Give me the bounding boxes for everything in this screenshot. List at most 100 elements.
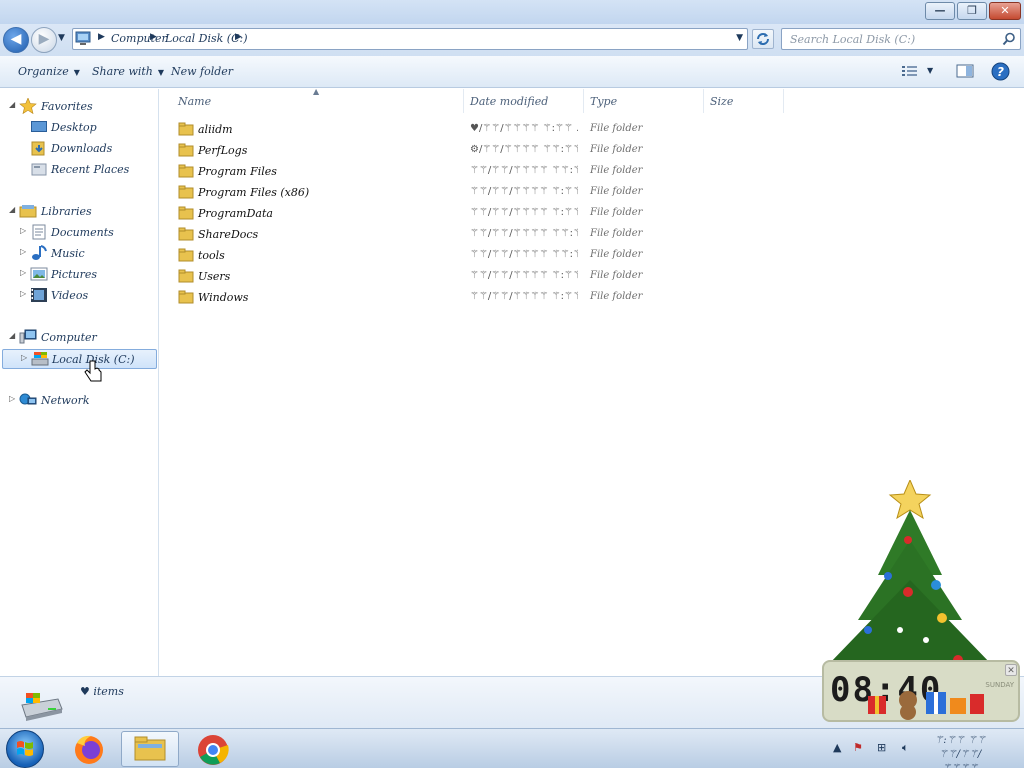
nav-computer-label: Computer bbox=[41, 331, 97, 344]
start-button[interactable] bbox=[6, 730, 44, 768]
file-date-modified: ⚚⚚/⚚⚚/⚚⚚⚚⚚ ⚚⚚:⚚⚚ ... bbox=[470, 228, 578, 239]
change-view-button[interactable] bbox=[901, 63, 919, 82]
nav-network[interactable]: ▷ Network bbox=[0, 391, 158, 411]
column-header-type-label: Type bbox=[590, 95, 618, 108]
view-options-dropdown-icon[interactable]: ▼ bbox=[927, 66, 933, 75]
nav-item-label: Downloads bbox=[51, 142, 113, 155]
nav-item-label: Desktop bbox=[51, 121, 97, 134]
volume-icon[interactable]: 🔈︎ bbox=[902, 741, 909, 755]
address-bar[interactable]: ▶ Computer ▶ Local Disk (C:) ▶ ▼ bbox=[72, 28, 748, 50]
desktop-clock-gadget[interactable]: 08:40 SUNDAY bbox=[822, 660, 1020, 722]
nav-computer[interactable]: ◢ Computer bbox=[0, 328, 158, 348]
file-row[interactable]: PerfLogs ⚙/⚚⚚/⚚⚚⚚⚚ ⚚⚚:⚚⚚ ... File folder bbox=[174, 140, 642, 161]
refresh-icon bbox=[757, 33, 769, 45]
forward-arrow-icon: ▶ bbox=[38, 31, 50, 47]
file-name: tools bbox=[198, 249, 225, 262]
file-type: File folder bbox=[590, 207, 643, 218]
nav-item-documents[interactable]: ▷ Documents bbox=[0, 223, 158, 243]
file-row[interactable]: aliidm ♥/⚚⚚/⚚⚚⚚⚚ ⚚:⚚⚚ ... File folder bbox=[174, 119, 642, 140]
network-status-icon[interactable]: ⊞ bbox=[877, 741, 886, 754]
taskbar-chrome[interactable] bbox=[184, 731, 242, 767]
system-clock[interactable]: ⚚:⚚⚚ ⚚⚚ ⚚⚚/⚚⚚/⚚⚚⚚⚚ bbox=[930, 734, 990, 768]
expand-arrow-icon[interactable]: ▷ bbox=[20, 289, 26, 298]
file-type: File folder bbox=[590, 249, 643, 260]
share-with-button[interactable]: Share with ▼ bbox=[92, 65, 164, 78]
nav-item-recent-places[interactable]: Recent Places bbox=[0, 160, 158, 180]
collapse-arrow-icon[interactable]: ◢ bbox=[9, 331, 15, 340]
close-button[interactable]: ✕ bbox=[989, 2, 1021, 20]
action-center-flag-icon[interactable]: ⚑ bbox=[853, 741, 863, 754]
libraries-icon bbox=[19, 205, 37, 218]
nav-item-label: Music bbox=[51, 247, 85, 260]
file-type: File folder bbox=[590, 123, 643, 134]
minimize-button[interactable]: — bbox=[925, 2, 955, 20]
breadcrumb-computer[interactable]: Computer bbox=[111, 32, 167, 45]
nav-item-label: Recent Places bbox=[51, 163, 130, 176]
expand-arrow-icon[interactable]: ▷ bbox=[20, 247, 26, 256]
maximize-button[interactable]: ❐ bbox=[957, 2, 987, 20]
expand-arrow-icon[interactable]: ▷ bbox=[20, 226, 26, 235]
help-button[interactable]: ? bbox=[991, 62, 1010, 84]
clock-date: ⚚⚚/⚚⚚/⚚⚚⚚⚚ bbox=[938, 749, 982, 768]
new-folder-button[interactable]: New folder bbox=[171, 65, 233, 78]
file-name: Windows bbox=[198, 291, 249, 304]
windows-logo-icon bbox=[17, 741, 33, 756]
gadget-close-icon[interactable]: ✕ bbox=[1005, 664, 1017, 676]
refresh-button[interactable] bbox=[752, 29, 774, 49]
breadcrumb-separator-icon[interactable]: ▶ bbox=[150, 32, 157, 42]
file-type: File folder bbox=[590, 270, 643, 281]
minimize-icon: — bbox=[934, 4, 946, 17]
expand-arrow-icon[interactable]: ▷ bbox=[9, 394, 15, 403]
folder-icon bbox=[178, 269, 194, 283]
file-row[interactable]: ShareDocs ⚚⚚/⚚⚚/⚚⚚⚚⚚ ⚚⚚:⚚⚚ ... File folder bbox=[174, 224, 642, 245]
file-row[interactable]: Program Files ⚚⚚/⚚⚚/⚚⚚⚚⚚ ⚚⚚:⚚⚚ ... File fo… bbox=[174, 161, 642, 182]
taskbar-firefox[interactable] bbox=[60, 731, 118, 767]
taskbar-explorer[interactable] bbox=[121, 731, 179, 767]
column-header-name[interactable]: Name bbox=[172, 89, 464, 113]
nav-item-videos[interactable]: ▷ Videos bbox=[0, 286, 158, 306]
navigation-pane: ◢ Favorites Desktop Downloads Recent Pla… bbox=[0, 89, 159, 676]
nav-favorites[interactable]: ◢ Favorites bbox=[0, 97, 158, 117]
file-row[interactable]: Windows ⚚⚚/⚚⚚/⚚⚚⚚⚚ ⚚:⚚⚚ ... File folder bbox=[174, 287, 642, 308]
nav-libraries[interactable]: ◢ Libraries bbox=[0, 202, 158, 222]
file-row[interactable]: Users ⚚⚚/⚚⚚/⚚⚚⚚⚚ ⚚:⚚⚚ ... File folder bbox=[174, 266, 642, 287]
file-type: File folder bbox=[590, 144, 643, 155]
hand-cursor-icon bbox=[84, 360, 102, 382]
collapse-arrow-icon[interactable]: ◢ bbox=[9, 205, 15, 214]
expand-arrow-icon[interactable]: ▷ bbox=[21, 353, 27, 362]
preview-pane-icon bbox=[956, 64, 974, 78]
file-row[interactable]: Program Files (x86) ⚚⚚/⚚⚚/⚚⚚⚚⚚ ⚚:⚚⚚ ... Fi… bbox=[174, 182, 642, 203]
nav-item-music[interactable]: ▷ Music bbox=[0, 244, 158, 264]
recent-pages-button[interactable]: ▼ bbox=[58, 33, 70, 45]
folder-icon bbox=[178, 227, 194, 241]
search-input[interactable]: Search Local Disk (C:) bbox=[781, 28, 1021, 50]
folder-icon bbox=[178, 248, 194, 262]
help-icon: ? bbox=[991, 62, 1010, 81]
file-row[interactable]: tools ⚚⚚/⚚⚚/⚚⚚⚚⚚ ⚚⚚:⚚⚚ ... File folder bbox=[174, 245, 642, 266]
preview-pane-button[interactable] bbox=[956, 63, 974, 82]
column-header-date[interactable]: Date modified bbox=[464, 89, 584, 113]
breadcrumb-separator-icon[interactable]: ▶ bbox=[235, 32, 242, 42]
file-date-modified: ♥/⚚⚚/⚚⚚⚚⚚ ⚚:⚚⚚ ... bbox=[470, 123, 578, 134]
file-name: Program Files bbox=[198, 165, 277, 178]
nav-item-desktop[interactable]: Desktop bbox=[0, 118, 158, 138]
column-header-type[interactable]: Type bbox=[584, 89, 704, 113]
column-header-size[interactable]: Size bbox=[704, 89, 784, 113]
search-icon[interactable] bbox=[1002, 32, 1016, 46]
expand-arrow-icon[interactable]: ▷ bbox=[20, 268, 26, 277]
pictures-icon bbox=[30, 267, 48, 281]
command-bar: Organize ▼ Share with ▼ New folder ▼ ? bbox=[0, 56, 1024, 88]
file-row[interactable]: ProgramData ⚚⚚/⚚⚚/⚚⚚⚚⚚ ⚚:⚚⚚ ... File folde… bbox=[174, 203, 642, 224]
nav-item-pictures[interactable]: ▷ Pictures bbox=[0, 265, 158, 285]
nav-item-local-disk[interactable]: ▷ Local Disk (C:) bbox=[2, 349, 157, 369]
nav-item-downloads[interactable]: Downloads bbox=[0, 139, 158, 159]
back-button[interactable]: ◀ bbox=[3, 27, 29, 53]
show-hidden-icons-icon[interactable]: ▲ bbox=[833, 741, 841, 754]
organize-button[interactable]: Organize ▼ bbox=[18, 65, 80, 78]
collapse-arrow-icon[interactable]: ◢ bbox=[9, 100, 15, 109]
file-name: ShareDocs bbox=[198, 228, 259, 241]
folder-icon bbox=[178, 164, 194, 178]
forward-button[interactable]: ▶ bbox=[31, 27, 57, 53]
address-dropdown-icon[interactable]: ▼ bbox=[736, 33, 743, 43]
breadcrumb-separator-icon[interactable]: ▶ bbox=[98, 32, 105, 42]
